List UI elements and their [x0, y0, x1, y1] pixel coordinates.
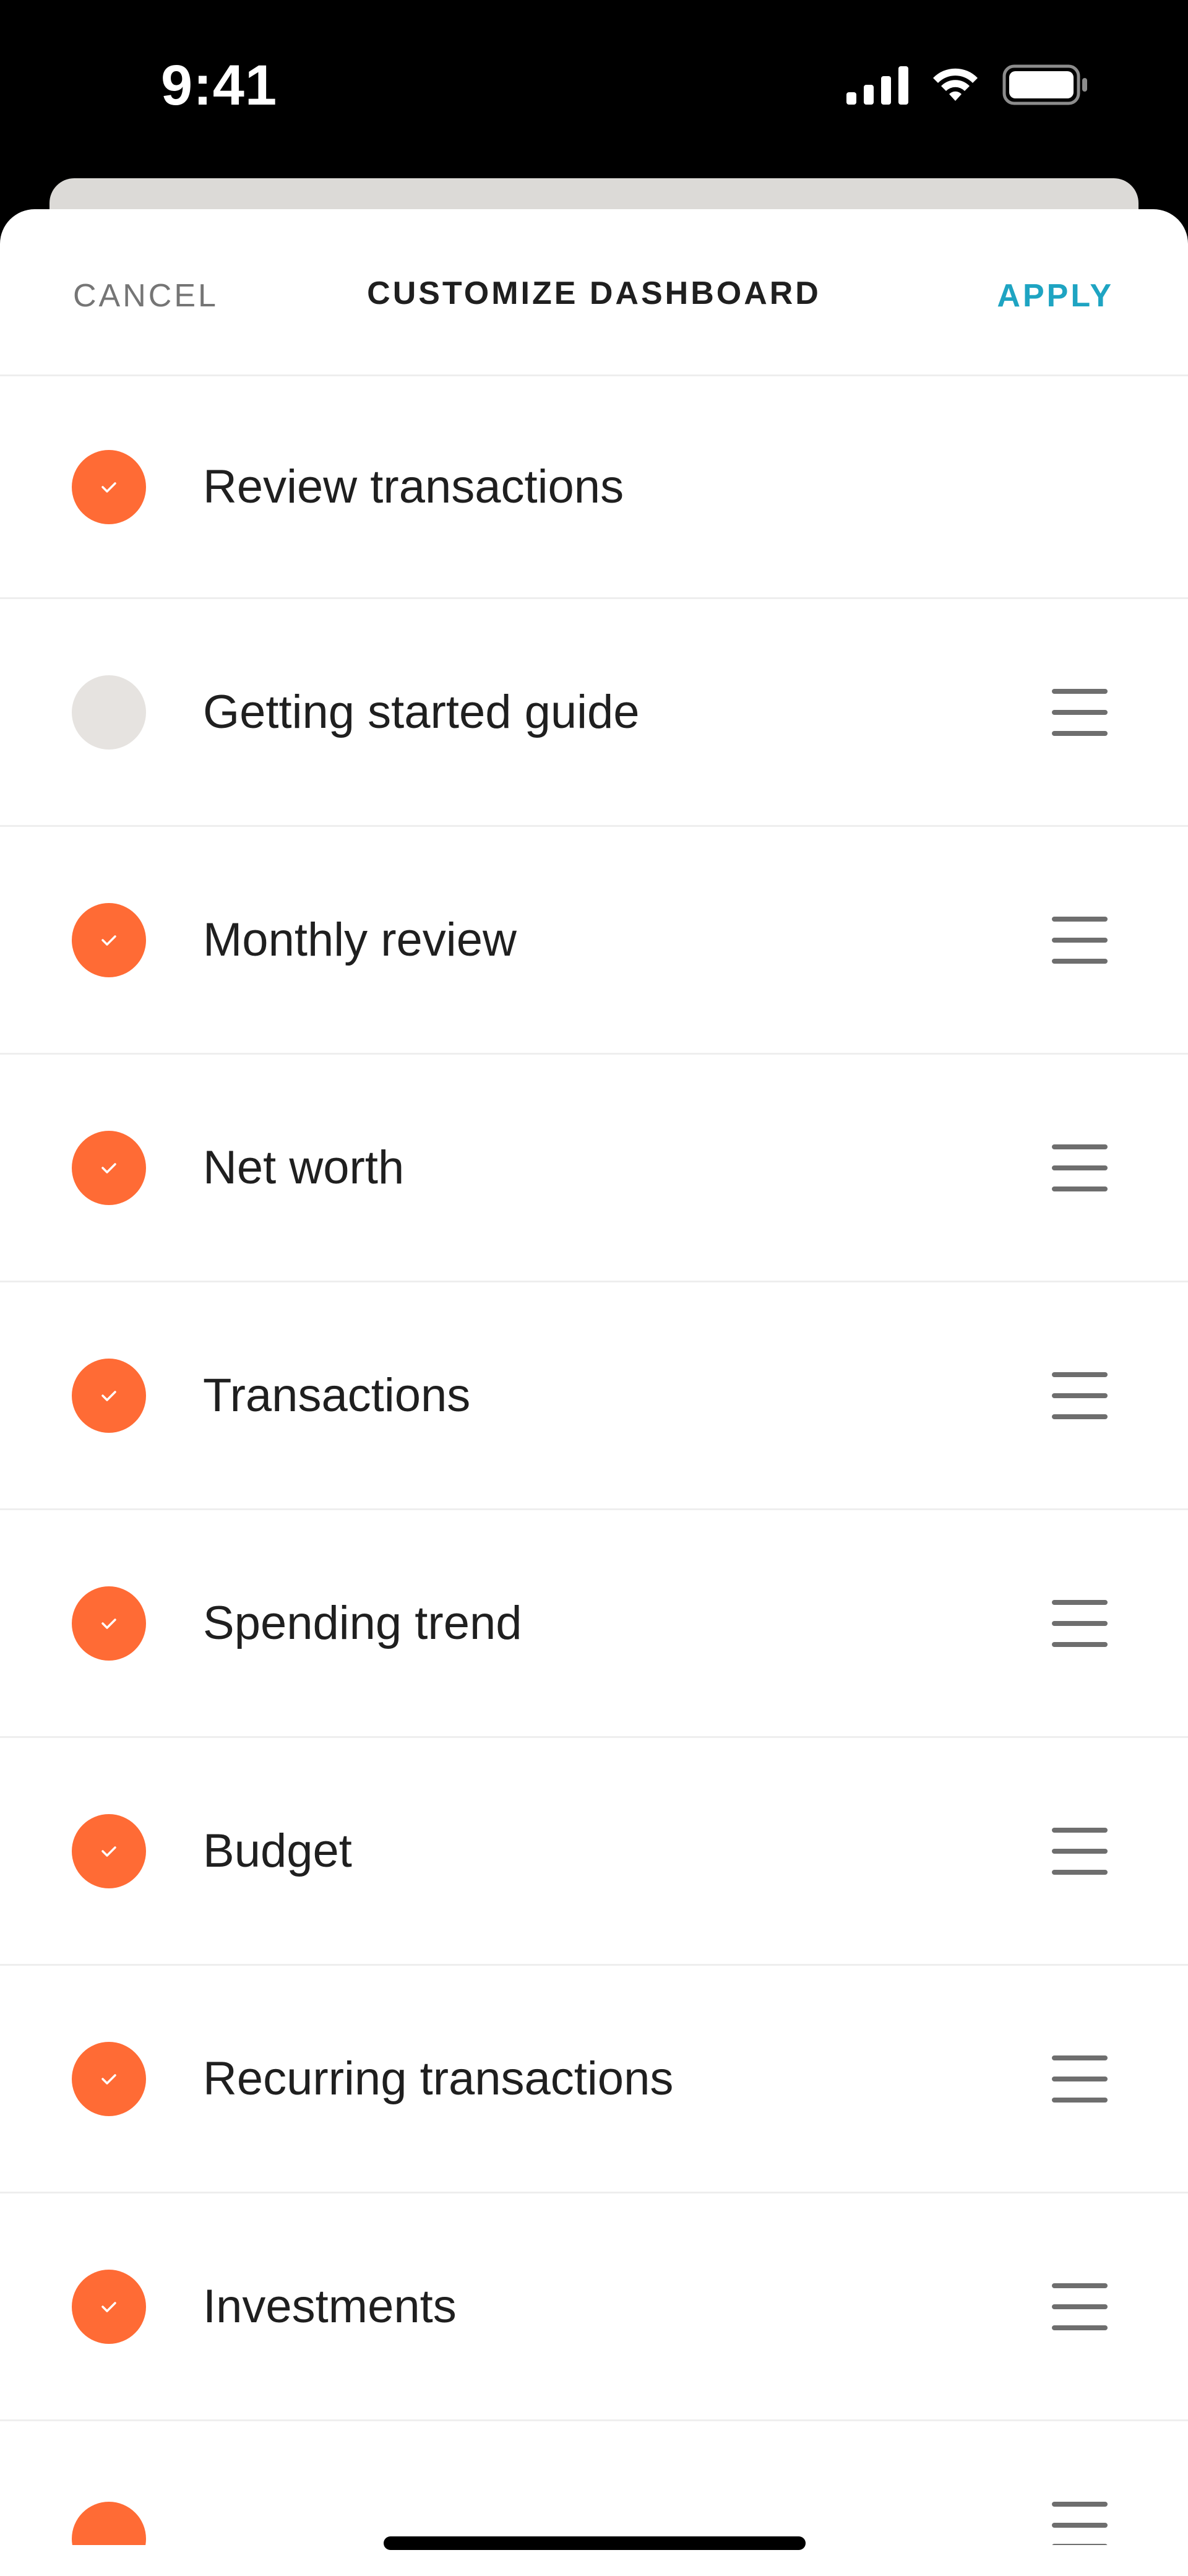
nav-header: CANCEL CUSTOMIZE DASHBOARD APPLY	[0, 209, 1188, 376]
list-item-label: Recurring transactions	[203, 2052, 674, 2105]
checkbox-checked[interactable]	[72, 1358, 146, 1433]
drag-handle-icon[interactable]	[1052, 1372, 1108, 1419]
checkmark-icon	[101, 2073, 116, 2085]
checkmark-icon	[101, 1618, 116, 1629]
drag-handle-icon[interactable]	[1052, 916, 1108, 964]
wifi-icon	[933, 68, 978, 101]
list-item-label: Transactions	[203, 1369, 471, 1422]
customize-dashboard-sheet: CANCEL CUSTOMIZE DASHBOARD APPLY Review …	[0, 209, 1188, 2576]
checkbox-checked[interactable]	[72, 902, 146, 977]
checkmark-icon	[101, 1162, 116, 1173]
list-item-budget[interactable]: Budget	[0, 1738, 1188, 1966]
battery-icon	[1002, 64, 1087, 105]
drag-handle-icon[interactable]	[1052, 1599, 1108, 1647]
home-indicator	[384, 2536, 806, 2550]
drag-handle-icon[interactable]	[1052, 1827, 1108, 1875]
list-item-label: Getting started guide	[203, 686, 640, 738]
list-item-label: Monthly review	[203, 914, 517, 966]
list-item-partial[interactable]	[0, 2421, 1188, 2545]
checkbox-checked[interactable]	[72, 2502, 146, 2545]
checkbox-checked[interactable]	[72, 1130, 146, 1205]
list-item-label: Investments	[203, 2280, 457, 2333]
checkbox-checked[interactable]	[72, 2041, 146, 2116]
checkmark-icon	[101, 1390, 116, 1401]
drag-handle-icon[interactable]	[1052, 2283, 1108, 2330]
list-item-label: Net worth	[203, 1141, 405, 1194]
drag-handle-icon[interactable]	[1052, 2055, 1108, 2103]
checkmark-icon	[101, 1846, 116, 1857]
list-item-monthly-review[interactable]: Monthly review	[0, 827, 1188, 1055]
status-icons	[846, 64, 1089, 105]
list-item-spending-trend[interactable]: Spending trend	[0, 1510, 1188, 1738]
list-item-investments[interactable]: Investments	[0, 2193, 1188, 2421]
list-item-recurring-transactions[interactable]: Recurring transactions	[0, 1966, 1188, 2193]
apply-button[interactable]: APPLY	[997, 277, 1114, 314]
checkmark-icon	[101, 482, 116, 493]
list-item-net-worth[interactable]: Net worth	[0, 1055, 1188, 1282]
drag-handle-icon[interactable]	[1052, 2502, 1108, 2545]
status-bar: 9:41	[0, 0, 1188, 179]
checkbox-checked[interactable]	[72, 449, 146, 524]
list-item-label: Budget	[203, 1825, 352, 1877]
checkbox-checked[interactable]	[72, 1813, 146, 1888]
list-item-label: Spending trend	[203, 1597, 522, 1649]
list-item-label: Review transactions	[203, 460, 624, 513]
drag-handle-icon[interactable]	[1052, 688, 1108, 736]
checkbox-checked[interactable]	[72, 2269, 146, 2344]
list-item-getting-started-guide[interactable]: Getting started guide	[0, 599, 1188, 827]
drag-handle-icon[interactable]	[1052, 1144, 1108, 1191]
cellular-signal-icon	[846, 66, 908, 105]
status-time: 9:41	[161, 54, 278, 117]
list-item-review-transactions[interactable]: Review transactions	[0, 376, 1188, 599]
dashboard-items-list: Review transactions Getting started guid…	[0, 376, 1188, 2545]
checkmark-icon	[101, 2301, 116, 2312]
checkmark-icon	[101, 935, 116, 946]
checkbox-checked[interactable]	[72, 1586, 146, 1661]
list-item-transactions[interactable]: Transactions	[0, 1282, 1188, 1510]
checkbox-unchecked[interactable]	[72, 675, 146, 750]
